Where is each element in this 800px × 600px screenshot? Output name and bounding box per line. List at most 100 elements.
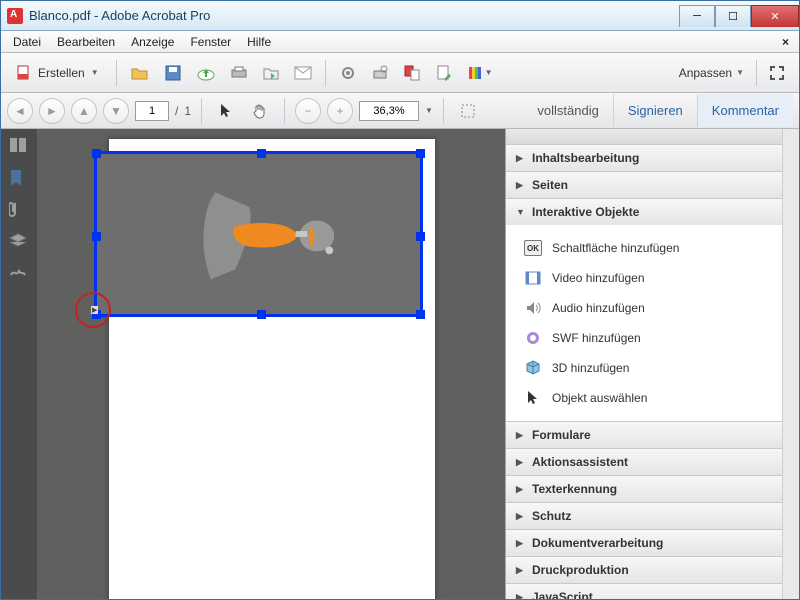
dropdown-icon: ▼ [91,68,99,77]
page-number-input[interactable] [135,101,169,121]
create-label: Erstellen [38,66,85,80]
zoom-select[interactable]: 36,3% [359,101,419,121]
resize-handle-nw[interactable] [92,149,101,158]
chevron-right-icon: ▶ [516,484,526,495]
nav-toolbar: ◄ ► ▲ ▼ / 1 − + 36,3% ▼ vollständig Sign… [1,93,799,129]
open-button[interactable] [125,59,155,87]
cloud-up-icon [196,65,216,81]
maximize-button[interactable]: ☐ [715,5,751,27]
resize-handle-w[interactable] [92,232,101,241]
gear-print-button[interactable] [366,59,394,87]
section-label: Formulare [532,428,591,442]
save-cloud-button[interactable] [191,59,221,87]
panel-grip[interactable] [506,129,782,145]
save-button[interactable] [159,59,187,87]
tool-label: Audio hinzufügen [552,301,645,315]
page-down-button[interactable]: ▼ [103,98,129,124]
rainbow-button[interactable]: ▼ [462,59,498,87]
selection-box[interactable] [94,151,423,317]
menu-help[interactable]: Hilfe [239,32,279,52]
zoom-out-button[interactable]: − [295,98,321,124]
edit-doc-button[interactable] [430,59,458,87]
create-button[interactable]: Erstellen ▼ [7,59,108,87]
marquee-zoom-button[interactable] [454,97,482,125]
gear1-button[interactable] [334,59,362,87]
link-comment[interactable]: Kommentar [697,94,793,127]
prev-view-button[interactable]: ◄ [7,98,33,124]
section-action-wizard[interactable]: ▶Aktionsassistent [506,449,782,475]
menu-window[interactable]: Fenster [182,32,239,52]
share-button[interactable] [257,59,285,87]
section-label: Texterkennung [532,482,617,496]
fullscreen-icon[interactable] [769,65,785,81]
resize-handle-ne[interactable] [416,149,425,158]
menu-edit[interactable]: Bearbeiten [49,32,123,52]
bookmark-icon[interactable] [9,169,29,187]
menu-file[interactable]: Datei [5,32,49,52]
customize-button[interactable]: Anpassen [679,66,732,80]
chevron-right-icon: ▶ [516,430,526,441]
tool-add-audio[interactable]: Audio hinzufügen [506,293,782,323]
tool-add-button[interactable]: OKSchaltfläche hinzufügen [506,233,782,263]
floppy-icon [164,64,182,82]
edit-doc-icon [436,65,452,81]
section-label: Inhaltsbearbeitung [532,151,639,165]
convert-icon [404,65,420,81]
hand-tool-button[interactable] [246,97,274,125]
chevron-down-icon: ▼ [516,207,526,217]
swf-icon [524,330,542,346]
section-pages[interactable]: ▶ Seiten [506,172,782,198]
chevron-right-icon: ▶ [516,180,526,191]
section-print-production[interactable]: ▶Druckproduktion [506,557,782,583]
section-protection[interactable]: ▶Schutz [506,503,782,529]
section-forms[interactable]: ▶ Formulare [506,422,782,448]
create-pdf-icon [16,65,32,81]
section-label: Interaktive Objekte [532,205,639,219]
title-bar: Blanco.pdf - Adobe Acrobat Pro ─ ☐ ✕ [1,1,799,31]
section-interactive-objects[interactable]: ▼ Interaktive Objekte [506,199,782,225]
section-label: Aktionsassistent [532,455,628,469]
dropdown-icon: ▼ [425,106,433,115]
tool-select-object[interactable]: Objekt auswählen [506,383,782,413]
resize-handle-se[interactable] [416,310,425,319]
page-total: 1 [184,104,191,118]
attachments-icon[interactable] [9,201,29,219]
email-button[interactable] [289,59,317,87]
zoom-in-button[interactable]: + [327,98,353,124]
convert-button[interactable] [398,59,426,87]
cube-icon [524,360,542,376]
tools-panel: ▶ Inhaltsbearbeitung ▶ Seiten ▼ Interaktive… [505,129,799,599]
print-button[interactable] [225,59,253,87]
link-sign[interactable]: Signieren [613,94,697,127]
tool-add-video[interactable]: Video hinzufügen [506,263,782,293]
minimize-button[interactable]: ─ [679,5,715,27]
section-content-editing[interactable]: ▶ Inhaltsbearbeitung [506,145,782,171]
app-icon [7,8,23,24]
gear-print-icon [372,65,388,81]
envelope-icon [294,66,312,80]
tool-add-3d[interactable]: 3D hinzufügen [506,353,782,383]
next-view-button[interactable]: ► [39,98,65,124]
resize-handle-s[interactable] [257,310,266,319]
section-doc-processing[interactable]: ▶Dokumentverarbeitung [506,530,782,556]
signatures-icon[interactable] [9,265,29,283]
page-up-button[interactable]: ▲ [71,98,97,124]
close-button[interactable]: ✕ [751,5,799,27]
resize-handle-n[interactable] [257,149,266,158]
resize-handle-e[interactable] [416,232,425,241]
section-javascript[interactable]: ▶JavaScript [506,584,782,599]
panel-scrollbar[interactable] [782,129,799,599]
layers-icon[interactable] [9,233,29,251]
menu-view[interactable]: Anzeige [123,32,182,52]
thumbnails-icon[interactable] [9,137,29,155]
section-label: Schutz [532,509,571,523]
cursor-icon [219,103,233,119]
chevron-right-icon: ▶ [516,153,526,164]
menu-close-doc[interactable]: × [776,35,795,49]
section-label: Seiten [532,178,568,192]
section-ocr[interactable]: ▶ Texterkennung [506,476,782,502]
tool-add-swf[interactable]: SWF hinzufügen [506,323,782,353]
document-area[interactable] [37,129,505,599]
link-complete[interactable]: vollständig [523,94,612,127]
select-tool-button[interactable] [212,97,240,125]
